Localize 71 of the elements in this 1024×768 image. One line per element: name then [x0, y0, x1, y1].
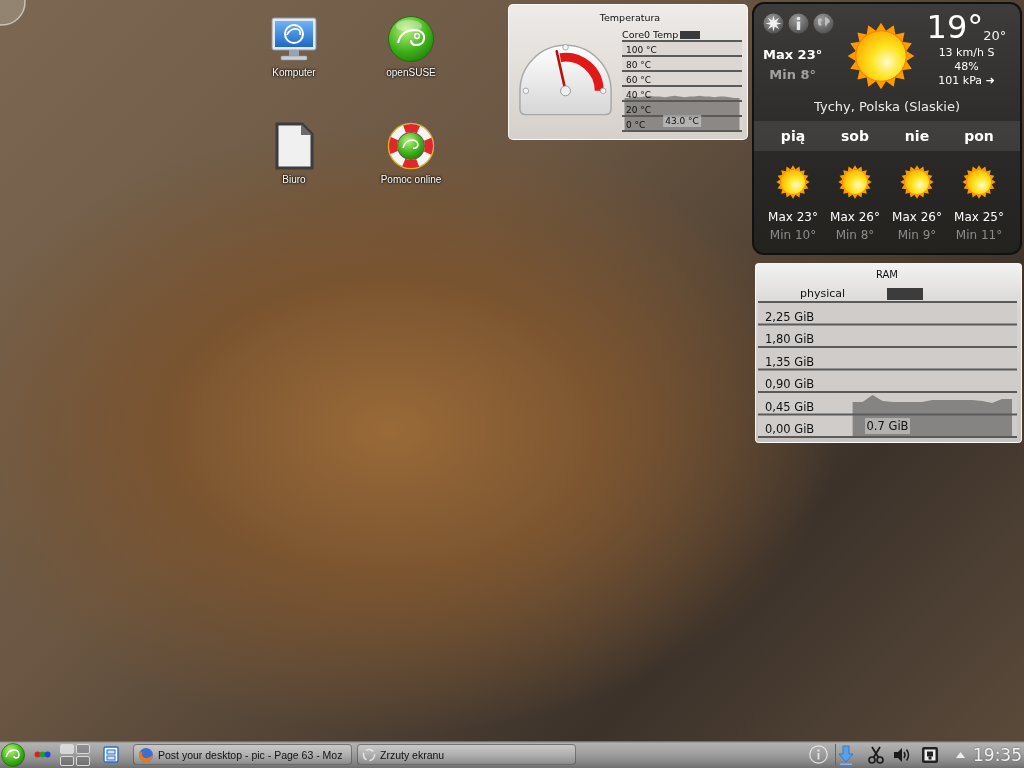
axis-label: 1,35 GiB [765, 354, 815, 369]
sun-icon [962, 165, 996, 199]
globe-icon[interactable] [813, 13, 834, 34]
sparkle-icon[interactable] [763, 13, 784, 34]
axis-label: 60 °C [626, 75, 652, 85]
axis-label: 0,45 GiB [765, 399, 815, 414]
location-label: Tychy, Polska (Slaskie) [813, 98, 961, 116]
forecast-min: Min 8° [835, 228, 875, 243]
min-temperature: Min 8° [769, 67, 816, 83]
ring-icon [362, 747, 376, 762]
forecast-max: Max 23° [768, 210, 818, 225]
info-icon[interactable] [788, 13, 809, 34]
forecast-min: Min 10° [769, 228, 817, 243]
task-button[interactable]: Post your desktop - pic - Page 63 - Moz [133, 744, 352, 765]
sun-icon [838, 165, 872, 199]
feels-like-temperature: 20° [983, 28, 1007, 44]
axis-label: 40 °C [626, 90, 652, 100]
pager-desktop[interactable] [60, 755, 74, 766]
pressure-label: 101 kPa ➜ [938, 74, 995, 88]
drawer-icon[interactable] [103, 746, 119, 763]
gauge-pin [599, 87, 607, 95]
widget-title: RAM [875, 268, 899, 282]
axis-label: 0,00 GiB [765, 422, 815, 436]
globe-icon [138, 746, 154, 763]
legend-label: physical [798, 286, 847, 301]
desktop-icon-label[interactable]: Pomoc online [380, 174, 442, 186]
chameleon-orb-icon[interactable] [387, 15, 435, 63]
desktop-icon-label[interactable]: openSUSE [386, 67, 436, 79]
gauge-scale-arc [559, 52, 604, 92]
value-label: 0.7 GiB [864, 418, 911, 434]
desktop-icon-label[interactable]: Biuro [282, 174, 306, 186]
forecast-max: Max 26° [830, 210, 880, 225]
launcher-icon[interactable] [1, 742, 25, 767]
forecast-max: Max 26° [892, 210, 942, 225]
axis-label: 0,90 GiB [765, 377, 815, 391]
current-temperature: 19° [926, 8, 984, 46]
document-icon[interactable] [274, 122, 314, 170]
desktop-icon-label[interactable]: Komputer [272, 67, 316, 79]
scissors-icon[interactable] [868, 745, 884, 764]
axis-label: 1,80 GiB [765, 332, 815, 346]
gauge-pin [562, 44, 569, 51]
forecast-day: pią [762, 128, 824, 144]
sun-icon [847, 22, 915, 90]
forecast-day: nie [886, 128, 948, 144]
axis-label: 80 °C [626, 60, 652, 70]
axis-label: 20 °C [626, 105, 652, 115]
forecast-day: sob [824, 128, 886, 144]
forecast-day: pon [948, 128, 1010, 144]
task-button[interactable]: Zrzuty ekranu [357, 744, 576, 765]
forecast-min: Min 11° [955, 228, 1003, 243]
value-label: 43.0 °C [663, 115, 701, 127]
gauge-pin [522, 87, 530, 95]
wind-label: 13 km/h S [938, 46, 995, 60]
three-dots-icon[interactable] [34, 751, 51, 758]
network-icon[interactable] [921, 745, 939, 764]
sun-icon [776, 165, 810, 199]
monitor-icon[interactable] [270, 15, 318, 63]
pager-desktop[interactable] [76, 755, 90, 766]
forecast-min: Min 9° [897, 228, 937, 243]
legend-label: Core0 Temp [622, 29, 679, 40]
toolbox-icon[interactable] [0, 0, 26, 26]
axis-label: 100 °C [626, 45, 657, 55]
axis-label: 2,25 GiB [765, 309, 815, 324]
forecast-max: Max 25° [954, 210, 1004, 225]
speaker-icon[interactable] [893, 746, 911, 763]
axis-label: 0 °C [626, 120, 646, 130]
humidity-label: 48% [954, 60, 979, 74]
widget-title: Temperatura [598, 11, 662, 25]
lifebuoy-icon[interactable] [387, 122, 435, 170]
max-temperature: Max 23° [763, 47, 823, 63]
sun-icon [900, 165, 934, 199]
